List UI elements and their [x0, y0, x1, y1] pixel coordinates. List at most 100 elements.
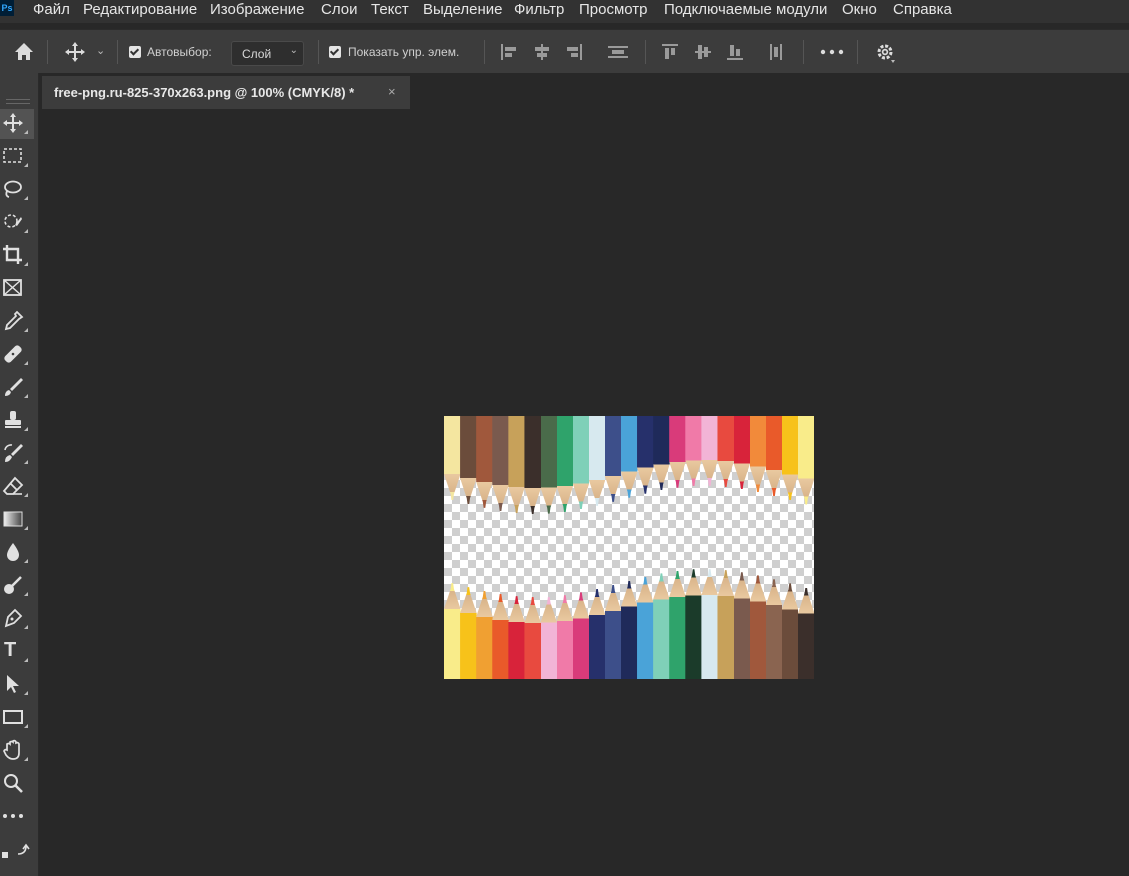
- eraser-tool[interactable]: [0, 472, 34, 502]
- history-brush-tool[interactable]: [0, 439, 34, 469]
- align-bottom-icon[interactable]: [726, 43, 744, 61]
- select-value: Слой: [242, 47, 272, 61]
- pencil: [765, 416, 783, 497]
- type-tool[interactable]: T: [0, 637, 34, 667]
- edit-toolbar-button[interactable]: [0, 802, 34, 832]
- pencil: [749, 575, 767, 679]
- move-icon: [3, 113, 23, 133]
- autoselect-checkbox[interactable]: [129, 46, 141, 58]
- align-horizontal-center-icon[interactable]: [533, 43, 551, 61]
- menu-help[interactable]: Справка: [893, 1, 952, 18]
- pencil: [653, 416, 670, 491]
- document-tab-bar: free-png.ru-825-370x263.png @ 100% (CMYK…: [0, 73, 1129, 109]
- document-tab-title: free-png.ru-825-370x263.png @ 100% (CMYK…: [54, 85, 355, 100]
- pen-icon: [4, 608, 23, 628]
- menu-edit[interactable]: Редактирование: [83, 1, 197, 18]
- pencil: [572, 416, 590, 510]
- pencil: [797, 416, 814, 505]
- pencil: [797, 587, 814, 679]
- pencil: [637, 576, 654, 679]
- more-options-icon[interactable]: [820, 49, 844, 55]
- type-icon: T: [4, 639, 17, 661]
- home-icon[interactable]: [13, 41, 35, 61]
- hand-tool[interactable]: [0, 736, 34, 766]
- pencil: [685, 416, 702, 487]
- menu-file[interactable]: Файл: [33, 1, 70, 18]
- menu-window[interactable]: Окно: [842, 1, 877, 18]
- pencil: [604, 584, 622, 679]
- distribute-icon[interactable]: [607, 43, 629, 61]
- pencil: [701, 569, 718, 679]
- autoselect-target-select[interactable]: Слой ⌄: [231, 41, 304, 66]
- show-controls-checkbox[interactable]: [329, 46, 341, 58]
- rectangle-icon: [3, 710, 23, 724]
- blur-tool[interactable]: [0, 538, 34, 568]
- path-selection-tool[interactable]: [0, 670, 34, 700]
- pencil: [733, 572, 751, 679]
- marquee-icon: [3, 148, 22, 163]
- move-tool[interactable]: [0, 109, 34, 139]
- eyedropper-tool[interactable]: [0, 307, 34, 337]
- pencil: [653, 573, 670, 679]
- pencil: [492, 416, 509, 511]
- pencil: [540, 416, 558, 514]
- pencil: [781, 416, 799, 501]
- pencil: [749, 416, 767, 493]
- clone-stamp-tool[interactable]: [0, 406, 34, 436]
- pencil: [556, 416, 574, 513]
- align-right-icon[interactable]: [565, 43, 583, 61]
- document-tab[interactable]: free-png.ru-825-370x263.png @ 100% (CMYK…: [42, 76, 410, 109]
- menu-image[interactable]: Изображение: [210, 1, 305, 18]
- zoom-icon: [4, 774, 23, 793]
- pencil: [701, 416, 718, 487]
- swap-arrow-icon: [2, 843, 30, 858]
- pencil: [765, 579, 783, 679]
- healing-brush-tool[interactable]: [0, 340, 34, 370]
- marquee-tool[interactable]: [0, 142, 34, 172]
- frame-tool[interactable]: [0, 274, 34, 304]
- quick-selection-tool[interactable]: [0, 208, 34, 238]
- pencil: [572, 592, 590, 679]
- dodge-tool[interactable]: [0, 571, 34, 601]
- align-left-icon[interactable]: [500, 43, 518, 61]
- settings-gear-icon[interactable]: [875, 42, 897, 64]
- pencil: [460, 587, 477, 679]
- menu-filter[interactable]: Фильтр: [514, 1, 564, 18]
- zoom-tool[interactable]: [0, 769, 34, 799]
- pencil: [508, 596, 525, 679]
- pencil: [476, 416, 493, 508]
- distribute-horizontal-icon[interactable]: [767, 43, 785, 61]
- hand-icon: [3, 739, 20, 760]
- pencil: [588, 588, 606, 679]
- eraser-icon: [2, 476, 24, 495]
- pen-tool[interactable]: [0, 604, 34, 634]
- menu-plugins[interactable]: Подключаемые модули: [664, 1, 827, 18]
- gradient-tool[interactable]: [0, 505, 34, 535]
- panel-grip[interactable]: [6, 99, 30, 104]
- document-canvas[interactable]: [444, 416, 814, 679]
- menu-layers[interactable]: Слои: [321, 1, 357, 18]
- lasso-tool[interactable]: [0, 175, 34, 205]
- pencil: [444, 583, 461, 679]
- brush-tool[interactable]: [0, 373, 34, 403]
- tool-preset-chevron-icon[interactable]: ⌄: [96, 44, 105, 57]
- menu-type[interactable]: Текст: [371, 1, 409, 18]
- pencil: [444, 416, 461, 500]
- move-tool-icon[interactable]: [63, 41, 87, 63]
- menu-select[interactable]: Выделение: [423, 1, 502, 18]
- pencil: [540, 596, 558, 679]
- crop-tool[interactable]: [0, 241, 34, 271]
- pencil: [476, 590, 493, 679]
- app-logo[interactable]: Ps: [0, 0, 14, 16]
- align-vertical-center-icon[interactable]: [694, 43, 712, 61]
- close-icon[interactable]: ×: [388, 84, 396, 99]
- swap-colors-button[interactable]: [0, 835, 34, 859]
- stamp-icon: [5, 411, 21, 428]
- menu-bar: Ps Файл Редактирование Изображение Слои …: [0, 0, 1129, 23]
- menu-view[interactable]: Просмотр: [579, 1, 648, 18]
- pencil: [604, 416, 622, 502]
- pencil: [637, 416, 654, 494]
- tools-panel: T: [0, 73, 39, 876]
- align-top-icon[interactable]: [661, 43, 679, 61]
- rectangle-tool[interactable]: [0, 703, 34, 733]
